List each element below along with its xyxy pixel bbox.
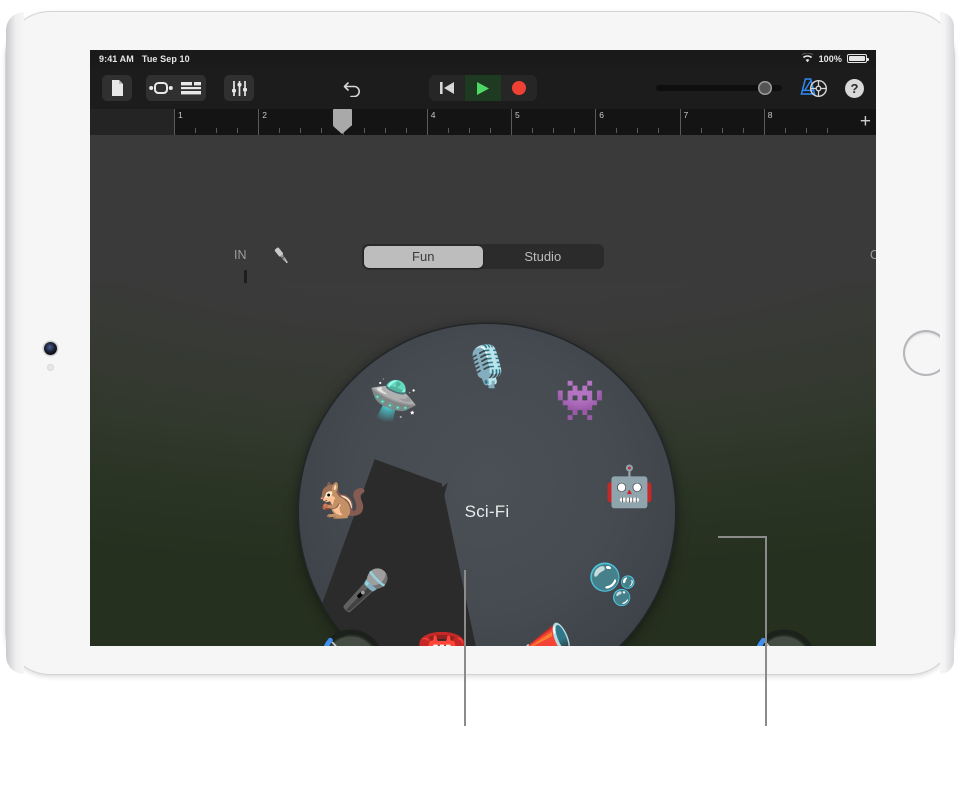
fx-plugin-panel: IN OUT Fun Studio (90, 135, 876, 646)
ruler-tick (468, 128, 470, 133)
ruler-tick (658, 128, 660, 133)
ruler-tick (574, 128, 576, 133)
toolbar: ? (90, 67, 876, 109)
dial-item-megaphone[interactable]: 📣 (516, 611, 580, 646)
ruler-tick (216, 128, 218, 133)
help-button[interactable]: ? (845, 78, 864, 98)
output-label: OUT (870, 248, 876, 262)
play-button[interactable] (465, 75, 501, 101)
loop-browser-button[interactable] (146, 75, 176, 101)
ruler-tick (321, 128, 323, 133)
fx-selector-dial[interactable]: Sci-Fi 🎙️👾🤖🫧📣☎️🎤🐿️🛸 (299, 324, 675, 646)
dial-item-robot[interactable]: 🤖 (598, 455, 662, 519)
input-label: IN (234, 248, 247, 262)
dial-item-monster[interactable]: 👾 (548, 369, 612, 433)
ruler-tick (784, 128, 786, 133)
ruler-tick (532, 128, 534, 133)
front-camera-icon (44, 342, 57, 355)
home-button[interactable] (903, 330, 949, 376)
battery-full-icon (847, 54, 869, 63)
callout-line-pitch (765, 536, 767, 726)
ruler-tick (489, 128, 491, 133)
callout-line-pitch-elbow (718, 536, 766, 538)
ambient-sensor-icon (47, 364, 54, 371)
ruler-tick (805, 128, 807, 133)
ruler-tick (742, 128, 744, 133)
pitch-knob[interactable]: Pitch (751, 629, 817, 646)
screen: 9:41 AM Tue Sep 10 100% ? 1 2 4 5 6 7 8 … (90, 50, 876, 646)
tab-studio[interactable]: Studio (483, 246, 603, 268)
ruler-header (90, 109, 174, 135)
ruler-tick (363, 128, 365, 133)
ruler-tick (616, 128, 618, 133)
ruler-bars[interactable]: 12345678 (174, 109, 848, 135)
ruler-tick (195, 128, 197, 133)
rewind-button[interactable] (429, 75, 465, 101)
audio-jack-icon[interactable] (271, 245, 293, 272)
dial-item-gold-mic[interactable]: 🎤 (333, 559, 397, 623)
status-date: Tue Sep 10 (141, 53, 190, 64)
tone-knob[interactable]: Tone (318, 629, 384, 646)
status-bar: 9:41 AM Tue Sep 10 100% (90, 50, 876, 67)
undo-button[interactable] (338, 75, 368, 101)
add-section-button[interactable]: + (860, 112, 871, 131)
transport-controls (429, 75, 537, 101)
dial-item-ufo[interactable]: 🛸 (362, 369, 426, 433)
fx-settings-button[interactable] (224, 75, 254, 101)
wifi-icon (801, 52, 814, 65)
record-button[interactable] (501, 75, 537, 101)
battery-percent: 100% (818, 53, 842, 64)
dial-item-chipmunk[interactable]: 🐿️ (311, 467, 375, 531)
track-view-button[interactable] (176, 75, 206, 101)
ruler-tick (405, 128, 407, 133)
ruler-tick (447, 128, 449, 133)
fx-stage: Sci-Fi 🎙️👾🤖🫧📣☎️🎤🐿️🛸 Tone (90, 283, 876, 646)
ruler-tick (637, 128, 639, 133)
ruler-tick (826, 128, 828, 133)
ruler-tick (700, 128, 702, 133)
ruler-tick (384, 128, 386, 133)
ruler-tick (237, 128, 239, 133)
tab-fun[interactable]: Fun (363, 245, 483, 268)
master-volume-slider[interactable] (656, 81, 782, 95)
fx-mode-segmented-control[interactable]: Fun Studio (362, 244, 604, 269)
my-songs-button[interactable] (102, 75, 132, 101)
ruler-tick (279, 128, 281, 133)
timeline-ruler[interactable]: 12345678 + (90, 109, 876, 135)
status-clock: 9:41 AM (99, 53, 134, 64)
playhead[interactable] (333, 109, 352, 134)
settings-button[interactable] (803, 75, 833, 101)
ruler-tick (553, 128, 555, 133)
callout-line-dial (464, 570, 466, 726)
dial-item-bubbles[interactable]: 🫧 (581, 553, 645, 617)
ruler-tick (300, 128, 302, 133)
ruler-tick (721, 128, 723, 133)
master-volume-thumb[interactable] (758, 81, 772, 95)
ipad-device: 9:41 AM Tue Sep 10 100% ? 1 2 4 5 6 7 8 … (6, 12, 954, 674)
dial-item-vintage-mic[interactable]: 🎙️ (455, 335, 519, 399)
